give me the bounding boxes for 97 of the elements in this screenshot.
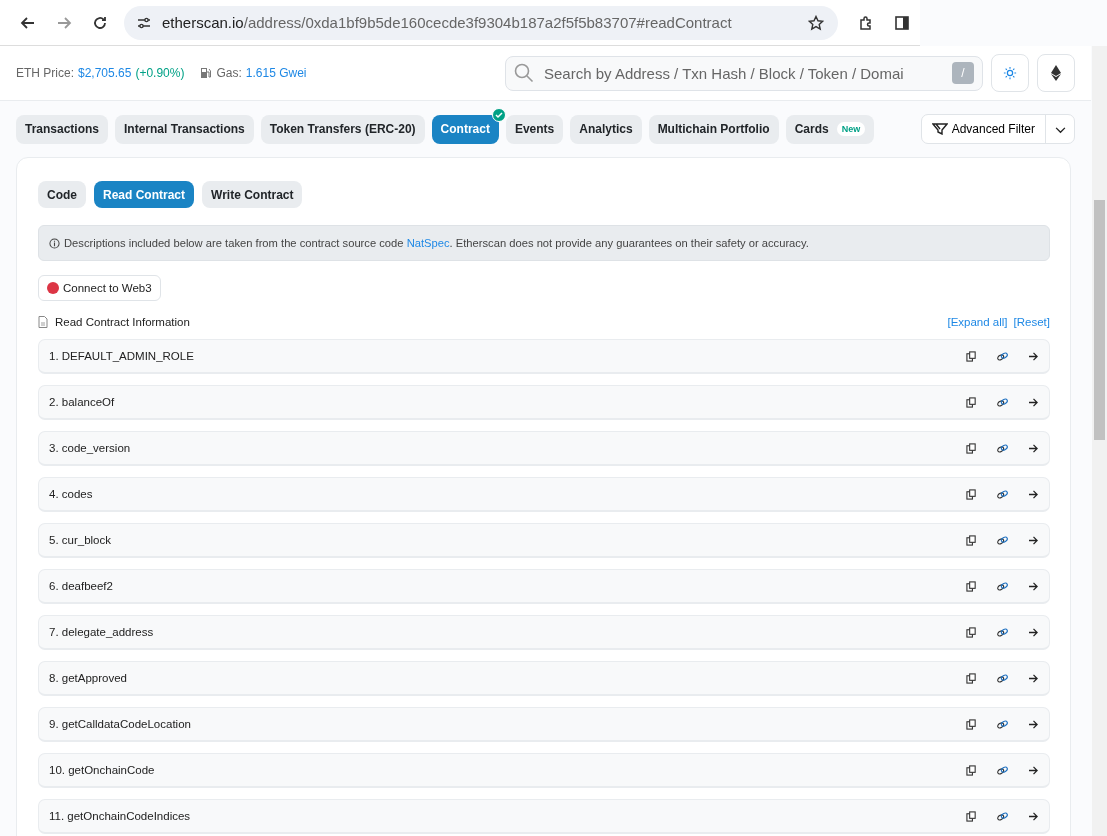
- function-name: 4. codes: [49, 488, 93, 500]
- arrow-right-icon[interactable]: [1028, 443, 1039, 453]
- tab[interactable]: Contract: [431, 114, 499, 144]
- sidebar-icon[interactable]: [894, 14, 910, 31]
- arrow-right-icon[interactable]: [1028, 581, 1039, 591]
- arrow-right-icon[interactable]: [1028, 765, 1039, 775]
- sub-tab[interactable]: Write Contract: [202, 181, 303, 208]
- scrollbar-thumb[interactable]: [1094, 200, 1105, 440]
- price-change: (+0.90%): [135, 66, 185, 80]
- eth-price-link[interactable]: $2,705.65: [78, 66, 132, 80]
- arrow-right-icon[interactable]: [1028, 673, 1039, 683]
- ethereum-icon: [1051, 65, 1061, 81]
- copy-icon[interactable]: [966, 534, 977, 546]
- arrow-right-icon[interactable]: [1028, 719, 1039, 729]
- tab[interactable]: Events: [505, 114, 564, 144]
- puzzle-icon[interactable]: [858, 14, 874, 31]
- reset-link[interactable]: [Reset]: [1013, 316, 1050, 328]
- search-field[interactable]: Search by Address / Txn Hash / Block / Token / Domai: [542, 63, 952, 83]
- arrow-right-icon[interactable]: [1028, 397, 1039, 407]
- gas-label: Gas:: [216, 66, 242, 80]
- arrow-right-icon[interactable]: [1028, 489, 1039, 499]
- function-name: 8. getApproved: [49, 672, 127, 684]
- function-name: 11. getOnchainCodeIndices: [49, 810, 191, 822]
- function-name: 2. balanceOf: [49, 396, 115, 408]
- sun-icon: [1003, 66, 1017, 80]
- star-icon[interactable]: [808, 14, 824, 31]
- function-row[interactable]: 10. getOnchainCode: [38, 753, 1050, 788]
- link-icon[interactable]: [996, 764, 1009, 776]
- function-row[interactable]: 4. codes: [38, 477, 1050, 512]
- search-icon: [514, 63, 534, 83]
- link-icon[interactable]: [996, 396, 1009, 408]
- document-icon: [38, 316, 48, 328]
- chevron-down-icon: [1054, 126, 1066, 134]
- function-row[interactable]: 7. delegate_address: [38, 615, 1050, 650]
- copy-icon[interactable]: [966, 488, 977, 500]
- function-row[interactable]: 5. cur_block: [38, 523, 1050, 558]
- arrow-right-icon[interactable]: [1028, 811, 1039, 821]
- link-icon[interactable]: [996, 488, 1009, 500]
- arrow-right-icon[interactable]: [1028, 535, 1039, 545]
- new-badge: New: [836, 122, 866, 136]
- link-icon[interactable]: [996, 442, 1009, 454]
- copy-icon[interactable]: [966, 810, 977, 822]
- tab[interactable]: Transactions: [16, 114, 109, 144]
- link-icon[interactable]: [996, 718, 1009, 730]
- function-row[interactable]: 3. code_version: [38, 431, 1050, 466]
- info-icon: [49, 237, 60, 249]
- arrow-right-icon[interactable]: [1028, 351, 1039, 361]
- tab[interactable]: Multichain Portfolio: [648, 114, 779, 144]
- network-button[interactable]: [1037, 54, 1075, 92]
- function-name: 1. DEFAULT_ADMIN_ROLE: [49, 350, 194, 362]
- function-row[interactable]: 1. DEFAULT_ADMIN_ROLE: [38, 339, 1050, 374]
- copy-icon[interactable]: [966, 580, 977, 592]
- back-icon[interactable]: [20, 14, 36, 31]
- address-bar[interactable]: etherscan.io/address/0xda1bf9b5de160cecde3f9304b187a2f5f5b83707#readContract: [124, 5, 838, 40]
- link-icon[interactable]: [996, 534, 1009, 546]
- notice-text: Descriptions included below are taken from the contract source code NatSpec. Etherscan does not provide any guarantees on their safety or accuracy.: [64, 237, 809, 249]
- function-name: 9. getCalldataCodeLocation: [49, 718, 191, 730]
- function-name: 10. getOnchainCode: [49, 764, 155, 776]
- gas-link[interactable]: 1.615 Gwei: [245, 66, 307, 80]
- scrollbar[interactable]: [1092, 46, 1107, 836]
- gas-pump-icon: [200, 67, 213, 79]
- link-icon[interactable]: [996, 626, 1009, 638]
- tab[interactable]: Token Transfers (ERC-20): [260, 114, 425, 144]
- copy-icon[interactable]: [966, 350, 977, 362]
- reload-icon[interactable]: [92, 14, 108, 31]
- link-icon[interactable]: [996, 580, 1009, 592]
- function-row[interactable]: 6. deafbeef2: [38, 569, 1050, 604]
- copy-icon[interactable]: [966, 396, 977, 408]
- function-row[interactable]: 2. balanceOf: [38, 385, 1050, 420]
- price-label: ETH Price:: [16, 66, 74, 80]
- function-name: 7. delegate_address: [49, 626, 154, 638]
- function-name: 6. deafbeef2: [49, 580, 113, 592]
- tab[interactable]: Analytics: [570, 114, 642, 144]
- function-row[interactable]: 8. getApproved: [38, 661, 1050, 696]
- arrow-right-icon[interactable]: [1028, 627, 1039, 637]
- copy-icon[interactable]: [966, 672, 977, 684]
- copy-icon[interactable]: [966, 718, 977, 730]
- function-row[interactable]: 9. getCalldataCodeLocation: [38, 707, 1050, 742]
- filter-icon: [931, 123, 948, 135]
- tab[interactable]: Cards New: [785, 114, 875, 144]
- shortcut-key: /: [952, 62, 974, 84]
- link-icon[interactable]: [996, 672, 1009, 684]
- copy-icon[interactable]: [966, 626, 977, 638]
- function-row[interactable]: 11. getOnchainCodeIndices: [38, 799, 1050, 834]
- sub-tab[interactable]: Read Contract: [94, 181, 194, 208]
- function-name: 5. cur_block: [49, 534, 111, 546]
- sub-tab[interactable]: Code: [38, 181, 86, 208]
- link-icon[interactable]: [996, 350, 1009, 362]
- copy-icon[interactable]: [966, 764, 977, 776]
- link-icon[interactable]: [996, 810, 1009, 822]
- expand-all-link[interactable]: [Expand all]: [947, 316, 1008, 328]
- connect-button[interactable]: Connect to Web3: [38, 275, 161, 301]
- forward-icon[interactable]: [56, 14, 72, 31]
- section-title: Read Contract Information: [55, 316, 190, 328]
- function-name: 3. code_version: [49, 442, 131, 454]
- tab[interactable]: Internal Transactions: [115, 114, 254, 144]
- copy-icon[interactable]: [966, 442, 977, 454]
